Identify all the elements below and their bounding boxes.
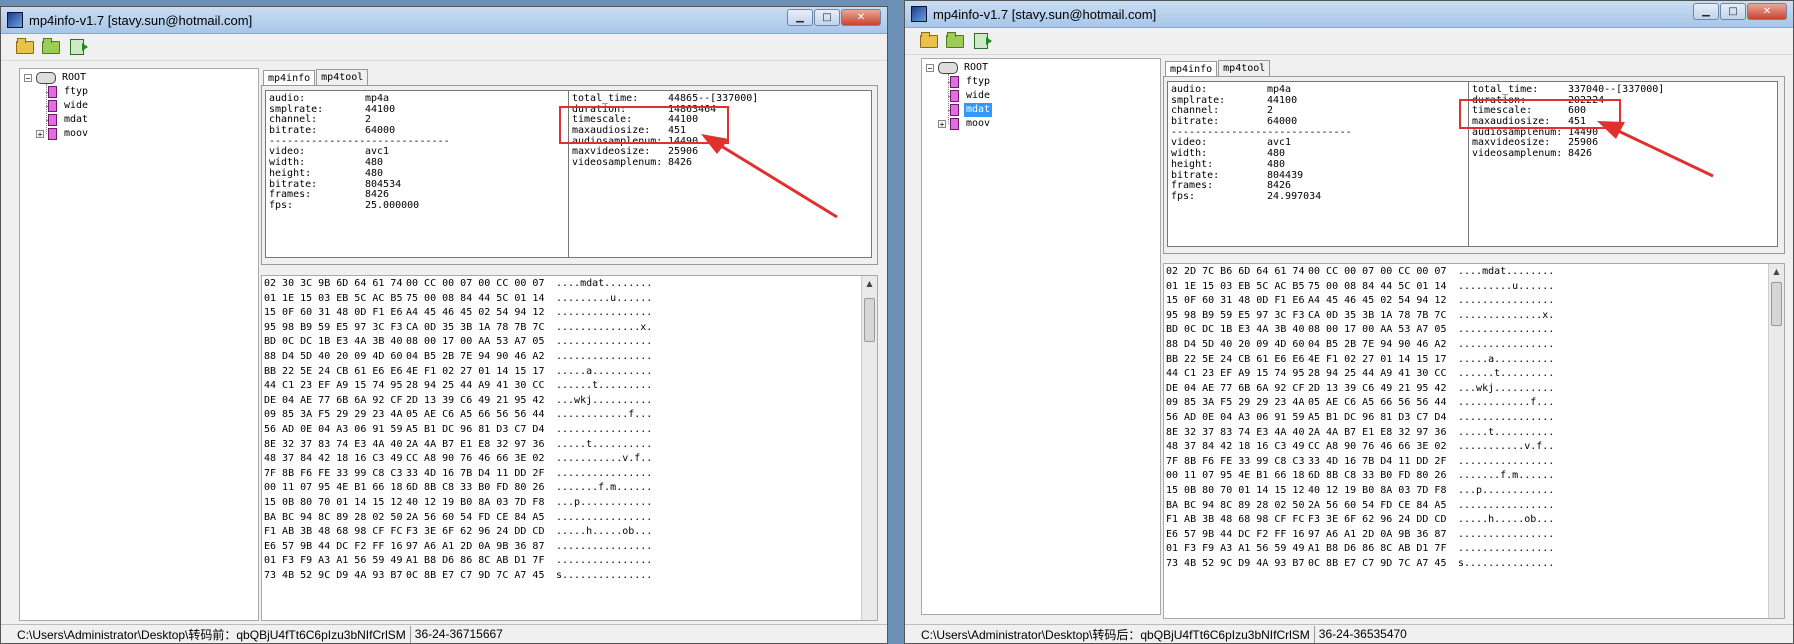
mp4info-window-left[interactable]: mp4info-v1.7 [stavy.sun@hotmail.com] ▁ □… — [0, 6, 888, 644]
mp4info-window-right[interactable]: mp4info-v1.7 [stavy.sun@hotmail.com] ▁ □… — [904, 0, 1794, 644]
annotation-arrow — [701, 134, 838, 219]
annotation-arrow — [1597, 121, 1714, 178]
